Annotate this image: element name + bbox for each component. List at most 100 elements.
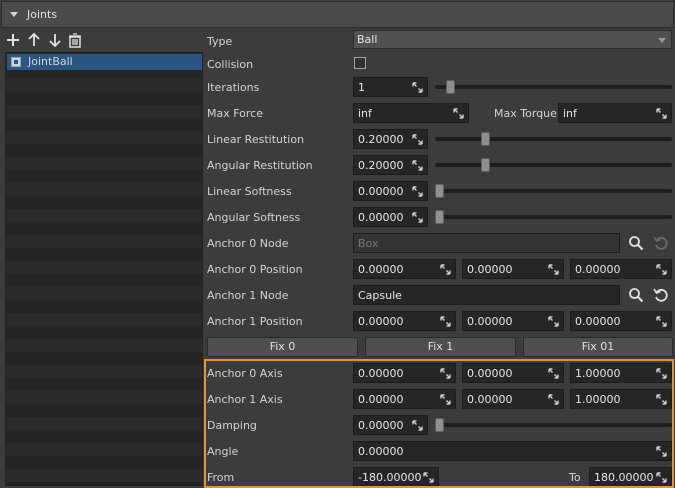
drag-spin-icon[interactable] [656, 446, 667, 457]
iterations-field[interactable]: 1 [353, 77, 428, 97]
anchor1-position-y[interactable]: 0.00000 [462, 311, 564, 331]
drag-spin-icon[interactable] [412, 82, 423, 93]
arrow-down-icon[interactable] [46, 31, 64, 49]
to-label: To [569, 471, 581, 484]
drag-spin-icon[interactable] [656, 264, 667, 275]
type-select[interactable]: Ball [353, 30, 672, 49]
collapse-caret-icon[interactable] [10, 12, 18, 17]
anchor1-axis-y-value: 0.00000 [467, 393, 513, 406]
drag-spin-icon[interactable] [548, 264, 559, 275]
collision-checkbox[interactable] [354, 57, 366, 69]
list-item[interactable]: JointBall [7, 54, 202, 70]
slider-track [435, 137, 672, 141]
joints-section-header[interactable]: Joints [1, 1, 674, 28]
from-field[interactable]: -180.00000 [353, 467, 439, 487]
anchor0-axis-y[interactable]: 0.00000 [462, 363, 564, 383]
enabled-checkbox[interactable] [11, 57, 21, 67]
search-icon[interactable] [627, 234, 645, 252]
anchor0-position-x[interactable]: 0.00000 [353, 259, 456, 279]
max-torque-label: Max Torque [494, 107, 557, 120]
angular-restitution-value: 0.20000 [358, 159, 404, 172]
type-value: Ball [357, 33, 378, 46]
anchor1-axis-z[interactable]: 1.00000 [570, 389, 672, 409]
drag-spin-icon[interactable] [412, 134, 423, 145]
angular-restitution-slider[interactable] [435, 158, 672, 172]
trash-icon[interactable] [66, 31, 84, 49]
max-force-field[interactable]: inf [353, 103, 469, 123]
angular-softness-label: Angular Softness [207, 211, 301, 224]
angular-restitution-field[interactable]: 0.20000 [353, 155, 428, 175]
drag-spin-icon[interactable] [548, 394, 559, 405]
max-torque-value: inf [563, 107, 577, 120]
angular-softness-field[interactable]: 0.00000 [353, 207, 428, 227]
fix0-button[interactable]: Fix 0 [207, 337, 358, 357]
drag-spin-icon[interactable] [440, 368, 451, 379]
anchor1-position-x[interactable]: 0.00000 [353, 311, 456, 331]
slider-handle[interactable] [481, 132, 490, 146]
anchor1-node-label: Anchor 1 Node [207, 289, 289, 302]
drag-spin-icon[interactable] [440, 394, 451, 405]
angular-restitution-label: Angular Restitution [207, 159, 313, 172]
fix1-button[interactable]: Fix 1 [365, 337, 516, 357]
anchor0-axis-x[interactable]: 0.00000 [353, 363, 456, 383]
slider-handle[interactable] [481, 158, 490, 172]
damping-field[interactable]: 0.00000 [353, 415, 428, 435]
drag-spin-icon[interactable] [440, 264, 451, 275]
slider-track [435, 85, 672, 89]
slider-track [435, 423, 672, 427]
anchor1-node-field[interactable]: Capsule [353, 285, 620, 305]
anchor1-position-x-value: 0.00000 [358, 315, 404, 328]
max-force-label: Max Force [207, 107, 263, 120]
damping-value: 0.00000 [358, 419, 404, 432]
drag-spin-icon[interactable] [412, 212, 423, 223]
damping-label: Damping [207, 419, 257, 432]
angular-softness-value: 0.00000 [358, 211, 404, 224]
linear-softness-slider[interactable] [435, 184, 672, 198]
anchor1-position-z[interactable]: 0.00000 [570, 311, 672, 331]
damping-slider[interactable] [435, 418, 672, 432]
slider-handle[interactable] [435, 210, 444, 224]
drag-spin-icon[interactable] [412, 420, 423, 431]
search-icon[interactable] [627, 286, 645, 304]
drag-spin-icon[interactable] [656, 472, 667, 483]
angular-softness-slider[interactable] [435, 210, 672, 224]
drag-spin-icon[interactable] [412, 160, 423, 171]
slider-handle[interactable] [435, 184, 444, 198]
anchor0-position-z-value: 0.00000 [575, 263, 621, 276]
anchor1-axis-x[interactable]: 0.00000 [353, 389, 456, 409]
reset-icon[interactable] [652, 286, 670, 304]
drag-spin-icon[interactable] [656, 316, 667, 327]
anchor0-position-z[interactable]: 0.00000 [570, 259, 672, 279]
anchor0-node-field[interactable]: Box [353, 233, 620, 253]
iterations-slider[interactable] [435, 80, 672, 94]
slider-handle[interactable] [446, 80, 455, 94]
drag-spin-icon[interactable] [440, 316, 451, 327]
plus-icon[interactable] [4, 31, 22, 49]
drag-spin-icon[interactable] [423, 472, 434, 483]
from-value: -180.00000 [358, 471, 422, 484]
linear-softness-field[interactable]: 0.00000 [353, 181, 428, 201]
anchor0-axis-z[interactable]: 1.00000 [570, 363, 672, 383]
max-torque-field[interactable]: inf [558, 103, 672, 123]
drag-spin-icon[interactable] [412, 186, 423, 197]
angle-field[interactable]: 0.00000 [353, 441, 672, 461]
to-field[interactable]: 180.00000 [589, 467, 672, 487]
drag-spin-icon[interactable] [656, 368, 667, 379]
drag-spin-icon[interactable] [656, 394, 667, 405]
slider-handle[interactable] [435, 418, 444, 432]
arrow-up-icon[interactable] [25, 31, 43, 49]
drag-spin-icon[interactable] [656, 108, 667, 119]
anchor0-axis-y-value: 0.00000 [467, 367, 513, 380]
slider-track [435, 163, 672, 167]
linear-restitution-field[interactable]: 0.20000 [353, 129, 428, 149]
anchor0-position-y[interactable]: 0.00000 [462, 259, 564, 279]
drag-spin-icon[interactable] [548, 368, 559, 379]
anchor0-position-y-value: 0.00000 [467, 263, 513, 276]
drag-spin-icon[interactable] [548, 316, 559, 327]
reset-icon[interactable] [652, 234, 670, 252]
drag-spin-icon[interactable] [453, 108, 464, 119]
joint-list[interactable]: JointBall [5, 52, 203, 486]
anchor1-axis-y[interactable]: 0.00000 [462, 389, 564, 409]
linear-restitution-slider[interactable] [435, 132, 672, 146]
fix01-button[interactable]: Fix 01 [523, 337, 673, 357]
